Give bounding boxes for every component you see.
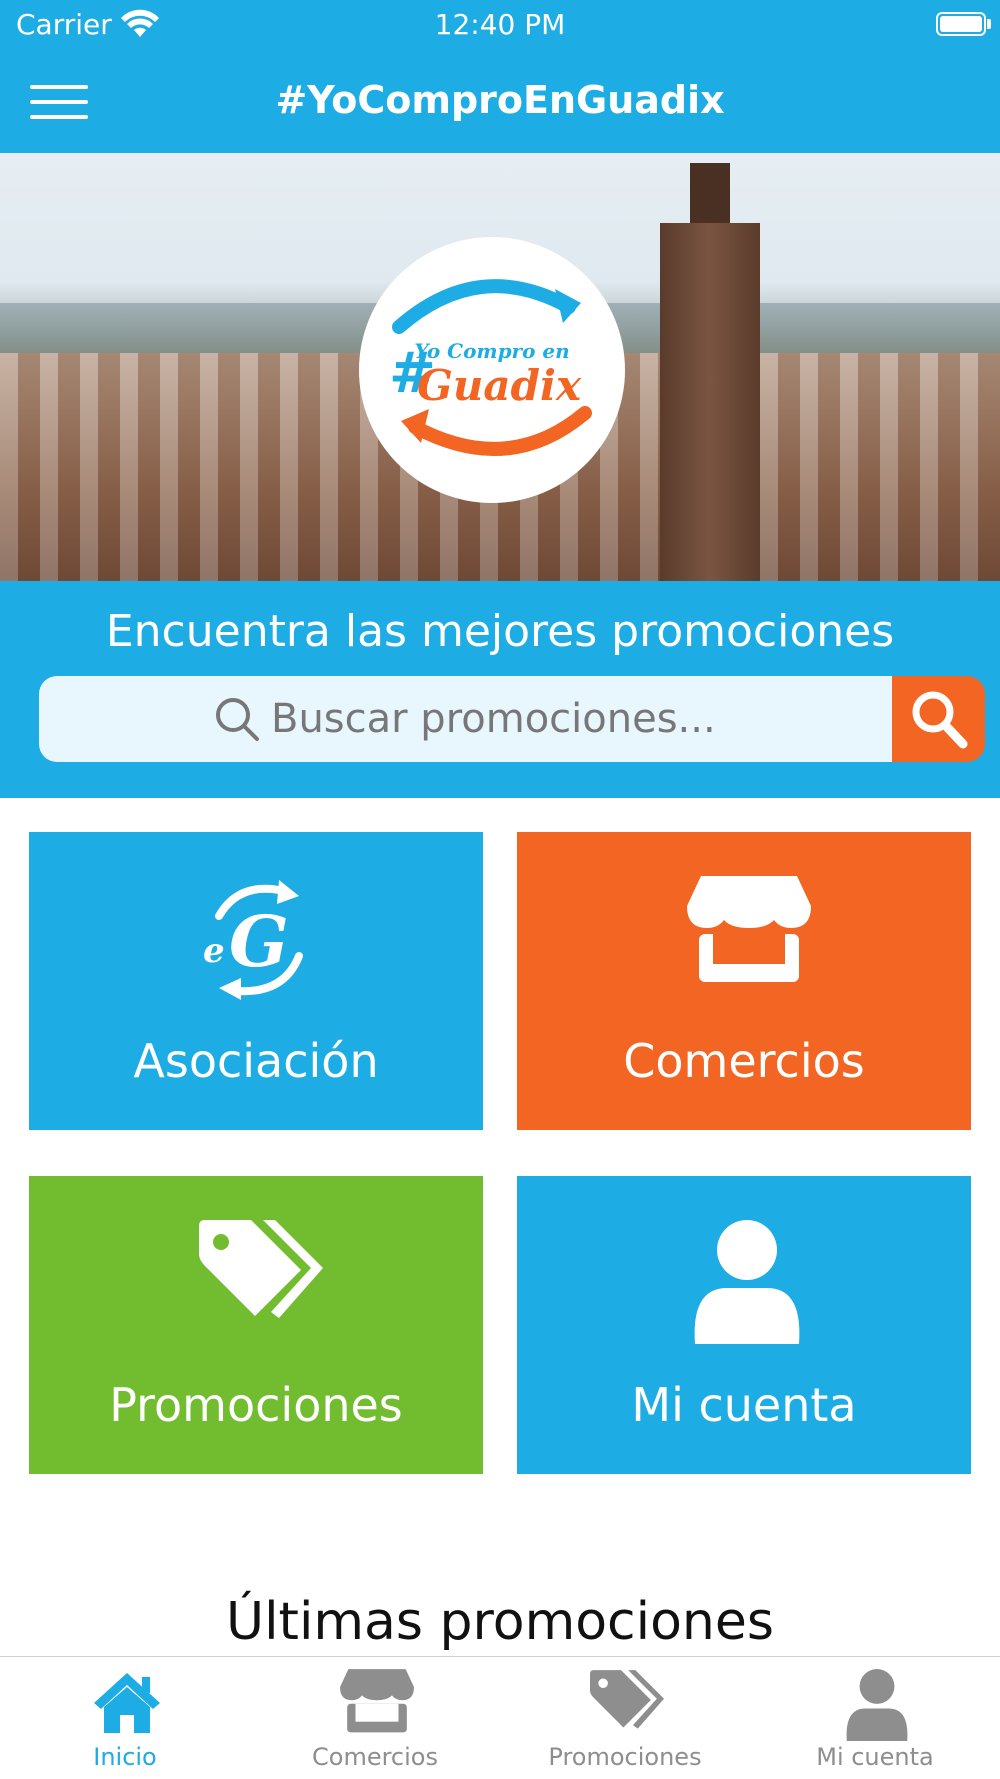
store-icon [687, 876, 811, 982]
tile-asociacion[interactable]: e G Asociación [29, 832, 483, 1130]
tile-mi-cuenta[interactable]: Mi cuenta [517, 1176, 971, 1474]
search-heading: Encuentra las mejores promociones [105, 606, 895, 657]
svg-text:e: e [203, 931, 225, 971]
status-bar: Carrier 12:40 PM [0, 0, 1000, 50]
clock: 12:40 PM [434, 8, 566, 41]
tab-bar: Inicio Comercios Promociones Mi cuenta [0, 1656, 1000, 1779]
tab-mi-cuenta[interactable]: Mi cuenta [750, 1657, 1000, 1779]
search-input[interactable] [269, 692, 833, 746]
user-icon [694, 1220, 800, 1344]
tab-inicio[interactable]: Inicio [0, 1657, 250, 1779]
battery-tip [987, 19, 991, 29]
navigation-bar: Carrier 12:40 PM #YoComproEnGuadix [0, 0, 1000, 153]
tab-comercios[interactable]: Comercios [250, 1657, 500, 1779]
tab-label: Comercios [312, 1743, 438, 1771]
svg-text:G: G [229, 900, 289, 983]
tile-label: Asociación [133, 1034, 379, 1088]
tab-label: Inicio [93, 1743, 157, 1771]
tile-comercios[interactable]: Comercios [517, 832, 971, 1130]
tile-label: Comercios [623, 1034, 865, 1088]
yo-compro-en-guadix-logo: # Yo Compro en Guadix [359, 237, 625, 503]
home-icon [94, 1673, 160, 1733]
tab-label: Promociones [548, 1743, 702, 1771]
association-logo-icon: e G [203, 880, 303, 1000]
search-icon [216, 698, 259, 741]
store-icon [340, 1669, 414, 1733]
page-title: #YoComproEnGuadix [275, 78, 725, 122]
tile-label: Promociones [109, 1378, 403, 1432]
search-field[interactable] [39, 676, 892, 762]
tile-label: Mi cuenta [631, 1378, 857, 1432]
tile-promociones[interactable]: Promociones [29, 1176, 483, 1474]
user-icon [846, 1669, 908, 1741]
latest-promotions-heading: Últimas promociones [226, 1592, 774, 1652]
search-button[interactable] [892, 676, 985, 762]
tags-icon [199, 1220, 323, 1318]
tab-promociones[interactable]: Promociones [500, 1657, 750, 1779]
battery-icon [936, 12, 986, 36]
logo-line1: Yo Compro en [414, 339, 570, 363]
tags-icon [590, 1670, 664, 1729]
search-icon [912, 691, 968, 749]
tab-label: Mi cuenta [816, 1743, 934, 1771]
logo-line2: Guadix [417, 361, 581, 410]
